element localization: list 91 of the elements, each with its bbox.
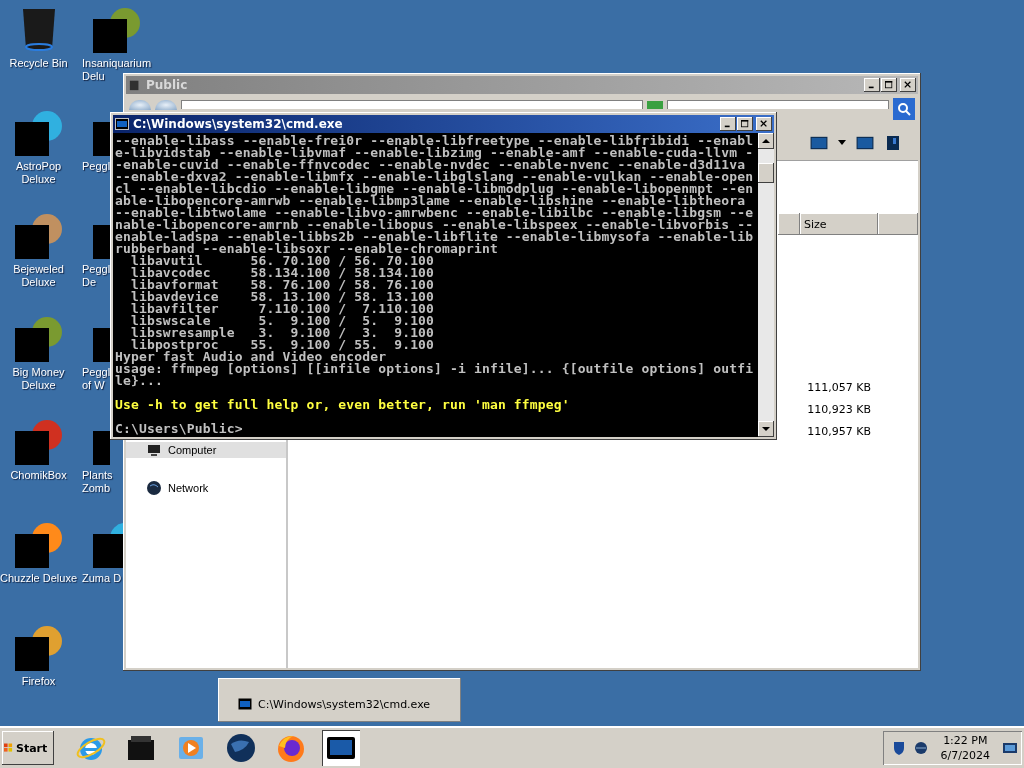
maximize-icon [885, 81, 893, 89]
console-line: libavdevice 58. 13.100 / 58. 13.100 [129, 291, 435, 303]
scroll-thumb[interactable] [758, 163, 774, 183]
console-line: libswresample 3. 9.100 / 3. 9.100 [129, 327, 435, 339]
view-icon[interactable] [810, 135, 828, 151]
desktop-icon-label[interactable]: Zuma D [77, 572, 122, 585]
file-size: 110,957 KB [807, 424, 871, 438]
console-line: cl --enable-libcdio --enable-libgme --enable-libmodplug --enable-libopenmpt --en [115, 183, 754, 195]
up-arrow-icon [762, 138, 770, 144]
blacked-out-icon[interactable] [93, 5, 141, 53]
address-field[interactable] [181, 100, 643, 109]
console-line: Use -h to get full help or, even better, run 'man ffmpeg' [115, 399, 570, 411]
close-icon [760, 120, 768, 128]
taskbar-button[interactable] [322, 730, 360, 766]
desktop-icon-label[interactable]: Big Money Deluxe [12, 366, 65, 392]
console-line: C:\Users\Public> [115, 423, 243, 435]
console-line: libavformat 58. 76.100 / 58. 76.100 [129, 279, 435, 291]
start-button[interactable]: Start [2, 731, 54, 765]
computer-icon [146, 442, 162, 458]
search-field[interactable] [667, 100, 889, 109]
console-line: able-libopencore-amrwb --enable-libmp3lame --enable-libshine --enable-libtheora [115, 195, 746, 207]
blacked-out-icon[interactable] [14, 520, 63, 568]
scroll-down-button[interactable] [758, 421, 774, 437]
monitor-icon[interactable] [1002, 740, 1018, 756]
minimize-button[interactable] [720, 117, 736, 131]
clock-date[interactable]: 6/7/2024 [940, 748, 990, 763]
file-size: 110,923 KB [807, 402, 871, 416]
caret-icon[interactable] [838, 140, 846, 146]
console-line: --enable-libass --enable-frei0r --enable-libfreetype --enable-libfribidi --enabl [115, 135, 754, 147]
console-line: nable-libopencore-amrnb --enable-libopus --enable-libspeex --enable-libvorbis -- [115, 219, 754, 231]
network-icon[interactable] [912, 740, 929, 756]
blacked-out-icon[interactable] [14, 108, 63, 156]
down-arrow-icon [762, 426, 770, 432]
maximize-button[interactable] [737, 117, 753, 131]
console-line: libswscale 5. 9.100 / 5. 9.100 [129, 315, 435, 327]
desktop-icon-label[interactable]: Recycle Bin [9, 57, 68, 70]
desktop-icon-label[interactable]: AstroPop Deluxe [15, 160, 62, 186]
close-button[interactable] [900, 78, 916, 92]
desktop-icon-label[interactable]: Chuzzle Deluxe [0, 572, 78, 585]
search-button[interactable] [893, 98, 915, 120]
desktop-icon-label[interactable]: Bejeweled Deluxe [13, 263, 64, 289]
console-icon [238, 698, 252, 710]
blacked-out-icon[interactable] [14, 417, 63, 465]
window-title: Public [146, 78, 189, 92]
flag-icon [4, 743, 13, 753]
clock-time[interactable]: 1:22 PM [943, 733, 988, 748]
navigation-label[interactable]: Computer [168, 444, 217, 456]
globe-icon [146, 480, 162, 496]
navigation-item[interactable]: Computer [126, 442, 286, 458]
navigation-label[interactable]: Network [168, 482, 209, 494]
console-line: rubberband --enable-libsoxr --enable-chromaprint [115, 243, 498, 255]
close-button[interactable] [756, 117, 772, 131]
file-size: 111,057 KB [807, 380, 871, 394]
blacked-out-icon[interactable] [14, 623, 63, 671]
console-line: Hyper fast Audio and Video encoder [115, 351, 387, 363]
column-header[interactable] [778, 213, 800, 235]
scrollbar[interactable] [758, 133, 774, 437]
console-icon [115, 118, 129, 130]
desktop-icon-label[interactable]: ChomikBox [10, 469, 67, 482]
search-icon [897, 102, 911, 116]
console-line: -enable-cuvid --enable-ffnvcodec --enable-nvdec --enable-nvenc --enable-d3d11va [115, 159, 746, 171]
maximize-button[interactable] [881, 78, 897, 92]
close-icon [904, 81, 912, 89]
desktop-icon-label[interactable]: Peggl [77, 160, 111, 173]
blacked-out-icon[interactable] [93, 520, 123, 568]
console-line: usage: ffmpeg [options] [[infile options] -i infile]... {[outfile options] outfi [115, 363, 754, 375]
maximize-icon [741, 120, 749, 128]
globe-icon [225, 732, 257, 764]
desktop-icon-label[interactable]: Peggl De [77, 263, 111, 289]
taskbar-preview[interactable]: C:\Windows\system32\cmd.exe [218, 678, 461, 722]
console-line: e-libvidstab --enable-libvmaf --enable-libzimg --enable-amf --enable-cuda-llvm - [115, 147, 754, 159]
console-line: libavutil 56. 70.100 / 56. 70.100 [129, 255, 435, 267]
console-line: libavcodec 58.134.100 / 58.134.100 [129, 267, 435, 279]
console-line: le}... [115, 375, 163, 387]
scroll-up-button[interactable] [758, 133, 774, 149]
column-header[interactable] [878, 213, 918, 235]
desktop-icon-label[interactable]: Peggl of W [77, 366, 111, 392]
blacked-out-icon[interactable] [14, 211, 63, 259]
column-header[interactable]: Size [800, 213, 878, 235]
window-title: C:\Windows\system32\cmd.exe [133, 117, 344, 131]
blacked-out-icon[interactable] [14, 314, 63, 362]
desktop-icon-label[interactable]: Firefox [21, 675, 56, 688]
console-line: --enable-libtwolame --enable-libvo-amrwbenc --enable-libilbc --enable-libgsm --e [115, 207, 754, 219]
minimize-button[interactable] [864, 78, 880, 92]
preview-title: C:\Windows\system32\cmd.exe [258, 697, 431, 711]
console-line: libavfilter 7.110.100 / 7.110.100 [129, 303, 435, 315]
console-line: enable-ladspa --enable-libbs2b --enable-libflite --enable-libmysofa --enable-lib [115, 231, 754, 243]
navigation-item[interactable]: Network [126, 480, 286, 496]
console-line: --enable-dxva2 --enable-libmfx --enable-libglslang --enable-vulkan --enable-open [115, 171, 754, 183]
desktop-icon-label[interactable]: Plants Zomb [77, 469, 113, 495]
console-line: libpostproc 55. 9.100 / 55. 9.100 [129, 339, 435, 351]
